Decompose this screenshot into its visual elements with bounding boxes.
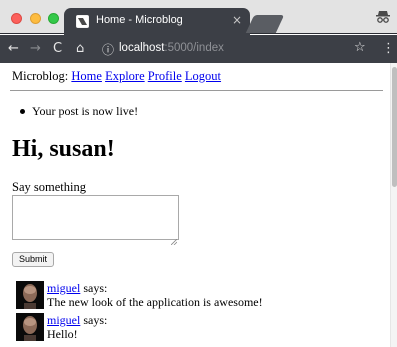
window-minimize-button[interactable]	[30, 13, 41, 24]
submit-button[interactable]: Submit	[12, 252, 54, 267]
flash-message: Your post is now live!	[32, 104, 139, 118]
post-author-link[interactable]: miguel	[47, 281, 80, 295]
post-header: miguel says:	[47, 313, 107, 328]
post-says: says:	[83, 313, 108, 327]
vertical-scrollbar[interactable]	[390, 63, 397, 347]
post-textarea[interactable]	[12, 195, 179, 246]
url-host: localhost	[119, 42, 165, 54]
window-close-button[interactable]	[11, 13, 22, 24]
post-item: miguel says: The new look of the applica…	[16, 281, 386, 311]
post-item: miguel says: Hello!	[16, 313, 386, 343]
reload-icon[interactable]: C	[53, 41, 62, 57]
nav-link-profile[interactable]: Profile	[148, 69, 182, 83]
divider	[10, 90, 383, 91]
window-maximize-button[interactable]	[48, 13, 59, 24]
star-icon[interactable]: ☆	[354, 40, 366, 55]
browser-toolbar: ← → C ⌂ ⓘ localhost:5000/index ☆ ⋮	[0, 35, 397, 63]
bullet-icon	[20, 109, 25, 114]
nav-link-logout[interactable]: Logout	[185, 69, 221, 83]
post-says: says:	[83, 281, 108, 295]
brand-label: Microblog:	[12, 69, 69, 83]
favicon-icon	[76, 15, 89, 28]
avatar[interactable]	[16, 313, 44, 341]
arrow-right-icon[interactable]: →	[30, 41, 41, 57]
post-author-link[interactable]: miguel	[47, 313, 80, 327]
new-tab-button[interactable]	[245, 15, 285, 33]
resize-grip-icon[interactable]	[170, 232, 178, 246]
avatar[interactable]	[16, 281, 44, 309]
home-icon[interactable]: ⌂	[76, 41, 84, 57]
info-icon[interactable]: ⓘ	[102, 41, 114, 58]
browser-tab[interactable]: Home - Microblog ×	[64, 8, 250, 35]
tab-close-icon[interactable]: ×	[232, 13, 242, 27]
incognito-icon	[376, 9, 390, 25]
browser-titlebar: Home - Microblog ×	[0, 0, 397, 35]
scrollbar-thumb[interactable]	[392, 67, 397, 187]
url-path: :5000/index	[164, 42, 224, 54]
page-content: Microblog: Home Explore Profile Logout Y…	[0, 63, 390, 347]
arrow-left-icon[interactable]: ←	[8, 41, 19, 57]
nav-link-home[interactable]: Home	[71, 69, 102, 83]
page-title: Hi, susan!	[12, 136, 115, 162]
address-bar[interactable]: ⓘ localhost:5000/index ☆	[96, 39, 374, 59]
post-input-label: Say something	[12, 180, 86, 194]
post-body: Hello!	[47, 327, 78, 341]
nav-link-explore[interactable]: Explore	[105, 69, 145, 83]
post-header: miguel says:	[47, 281, 107, 296]
url-text[interactable]: localhost:5000/index	[119, 42, 224, 54]
post-body: The new look of the application is aweso…	[47, 295, 263, 309]
tab-title: Home - Microblog	[96, 14, 183, 26]
kebab-menu-icon[interactable]: ⋮	[382, 42, 395, 56]
site-nav: Microblog: Home Explore Profile Logout	[12, 69, 221, 84]
